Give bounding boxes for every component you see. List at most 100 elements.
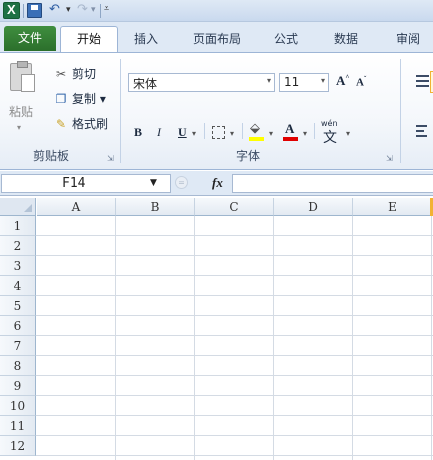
- underline-button[interactable]: U: [178, 125, 187, 140]
- separator: [204, 123, 205, 139]
- grid-line: [273, 216, 274, 460]
- font-color-button[interactable]: A: [285, 121, 294, 137]
- copy-label: 复制 ▾: [72, 92, 106, 106]
- row-header[interactable]: 9: [0, 376, 36, 396]
- grid-line: [36, 395, 433, 396]
- name-box-value: F14: [62, 176, 86, 191]
- paint-bucket-icon[interactable]: ⬙: [250, 121, 260, 136]
- italic-button[interactable]: I: [157, 125, 161, 140]
- phonetic-guide-button[interactable]: wén 文: [320, 119, 344, 146]
- fill-color-dropdown-icon[interactable]: ▾: [269, 129, 273, 138]
- cut-label: 剪切: [72, 67, 97, 81]
- grid-line: [36, 435, 433, 436]
- row-header[interactable]: 3: [0, 256, 36, 276]
- grid-line: [194, 216, 195, 460]
- font-name-combobox[interactable]: 宋体 ▾: [128, 73, 275, 92]
- clipboard-group-label: 剪贴板: [33, 149, 70, 163]
- grid-line: [36, 355, 433, 356]
- font-size-combobox[interactable]: 11 ▾: [279, 73, 329, 92]
- ribbon: 粘贴 ▾ ✂ 剪切 ❐ 复制 ▾ ✎ 格式刷 剪贴板 ⇲ 宋体 ▾ 11 ▾ A…: [0, 52, 433, 170]
- tab-insert[interactable]: 插入: [126, 29, 166, 52]
- font-color-dropdown-icon[interactable]: ▾: [303, 129, 307, 138]
- paste-dropdown-icon[interactable]: ▾: [17, 123, 21, 132]
- row-header[interactable]: 1: [0, 216, 36, 236]
- column-header[interactable]: E: [353, 198, 433, 216]
- redo-icon[interactable]: ↷: [77, 2, 91, 19]
- bold-button[interactable]: B: [134, 125, 142, 140]
- column-header[interactable]: A: [37, 198, 116, 216]
- grid-line: [431, 216, 432, 460]
- underline-dropdown-icon[interactable]: ▾: [192, 129, 196, 138]
- grid-line: [36, 335, 433, 336]
- grow-font-button[interactable]: A^: [336, 73, 349, 89]
- formula-input[interactable]: [232, 174, 433, 193]
- grid-line: [115, 216, 116, 460]
- separator: [242, 123, 243, 139]
- row-header[interactable]: 12: [0, 436, 36, 456]
- row-header[interactable]: 7: [0, 336, 36, 356]
- cancel-icon: =: [175, 176, 188, 189]
- undo-icon[interactable]: ↶: [49, 2, 65, 19]
- tab-file[interactable]: 文件: [4, 26, 56, 51]
- customize-toolbar-icon[interactable]: ⩡: [104, 4, 114, 21]
- align-left-icon[interactable]: [414, 121, 433, 143]
- paste-button-label[interactable]: 粘贴: [9, 103, 33, 120]
- chevron-down-icon[interactable]: ▾: [321, 76, 325, 85]
- font-name-value: 宋体: [133, 77, 158, 91]
- excel-logo-icon[interactable]: [3, 2, 20, 19]
- grid-line: [36, 295, 433, 296]
- format-painter-label: 格式刷: [72, 117, 109, 131]
- copy-dropdown-icon[interactable]: ▾: [100, 92, 106, 106]
- clipboard-launcher-icon[interactable]: ⇲: [107, 154, 116, 163]
- row-header[interactable]: 11: [0, 416, 36, 436]
- worksheet-grid[interactable]: A B C D E 1 2 3 4 5 6 7 8 9 10 11 12: [0, 198, 433, 460]
- qa-separator: [23, 4, 24, 18]
- borders-icon[interactable]: [212, 126, 225, 139]
- tab-page-layout[interactable]: 页面布局: [186, 29, 248, 52]
- brush-icon: ✎: [55, 117, 67, 131]
- row-header[interactable]: 6: [0, 316, 36, 336]
- grid-line: [36, 455, 433, 456]
- column-header[interactable]: D: [274, 198, 353, 216]
- row-header[interactable]: 10: [0, 396, 36, 416]
- row-header[interactable]: 5: [0, 296, 36, 316]
- font-size-value: 11: [284, 75, 300, 89]
- tab-formulas[interactable]: 公式: [266, 29, 306, 52]
- row-header[interactable]: 2: [0, 236, 36, 256]
- fill-color-swatch: [249, 137, 264, 141]
- chevron-down-icon[interactable]: ▼: [150, 178, 157, 188]
- borders-dropdown-icon[interactable]: ▾: [230, 129, 234, 138]
- scissors-icon: ✂: [55, 67, 67, 81]
- grid-line: [36, 235, 433, 236]
- copy-icon: ❐: [55, 92, 67, 106]
- grid-line: [352, 216, 353, 460]
- ribbon-tabs: 文件 开始 插入 页面布局 公式 数据 审阅: [0, 22, 433, 52]
- name-box[interactable]: F14 ▼: [1, 174, 171, 193]
- column-header[interactable]: C: [195, 198, 274, 216]
- group-separator: [400, 59, 401, 163]
- font-group-label: 字体: [236, 149, 261, 163]
- font-launcher-icon[interactable]: ⇲: [386, 154, 395, 163]
- save-icon[interactable]: [27, 3, 42, 18]
- grid-line: [36, 275, 433, 276]
- undo-dropdown-icon[interactable]: ▾: [66, 5, 74, 22]
- redo-dropdown-icon[interactable]: ▾: [91, 5, 99, 22]
- grid-line: [36, 315, 433, 316]
- select-all-button[interactable]: [0, 198, 36, 216]
- shrink-font-button[interactable]: Aˇ: [356, 75, 366, 89]
- row-header[interactable]: 4: [0, 276, 36, 296]
- font-color-swatch: [283, 137, 298, 141]
- formula-bar: F14 ▼ = fx: [0, 171, 433, 196]
- tab-home[interactable]: 开始: [60, 26, 118, 52]
- paste-icon[interactable]: [10, 61, 35, 92]
- tab-review[interactable]: 审阅: [388, 29, 428, 52]
- insert-function-button[interactable]: fx: [212, 175, 223, 191]
- chevron-down-icon[interactable]: ▾: [267, 76, 271, 85]
- column-header[interactable]: B: [116, 198, 195, 216]
- qa-separator: [100, 4, 101, 18]
- tab-data[interactable]: 数据: [326, 29, 366, 52]
- group-separator: [120, 59, 121, 163]
- grid-line: [36, 255, 433, 256]
- phonetic-dropdown-icon[interactable]: ▾: [346, 129, 350, 138]
- row-header[interactable]: 8: [0, 356, 36, 376]
